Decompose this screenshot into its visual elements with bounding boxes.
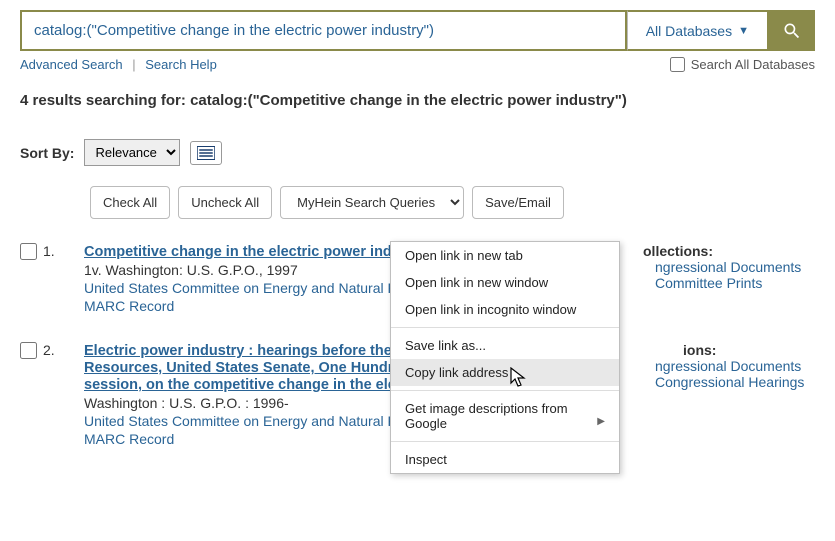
result-checkbox[interactable] xyxy=(20,243,37,260)
ctx-inspect[interactable]: Inspect xyxy=(391,446,619,473)
collection-link[interactable]: ngressional Documents xyxy=(605,358,815,374)
ctx-open-new-window[interactable]: Open link in new window xyxy=(391,269,619,296)
search-button[interactable] xyxy=(769,10,815,51)
ctx-image-descriptions[interactable]: Get image descriptions from Google▶ xyxy=(391,395,619,437)
collection-link[interactable]: ngressional Documents xyxy=(605,259,815,275)
collections-header: ollections: xyxy=(605,243,815,259)
search-input[interactable] xyxy=(20,10,627,51)
list-view-icon xyxy=(197,146,215,160)
results-count: 4 results searching for: catalog:("Compe… xyxy=(20,92,815,109)
result-checkbox[interactable] xyxy=(20,342,37,359)
sort-select[interactable]: Relevance xyxy=(84,139,180,166)
result-number: 1. xyxy=(43,243,55,259)
save-email-button[interactable]: Save/Email xyxy=(472,186,564,219)
database-dropdown-label: All Databases xyxy=(646,23,732,39)
search-bar: All Databases ▼ xyxy=(20,10,815,51)
ctx-save-link-as[interactable]: Save link as... xyxy=(391,332,619,359)
collections-col: ions: ngressional Documents Congressiona… xyxy=(605,342,815,447)
view-toggle-button[interactable] xyxy=(190,141,222,165)
collections-header: ions: xyxy=(605,342,815,358)
collections-col: ollections: ngressional Documents Commit… xyxy=(605,243,815,314)
result-org-link[interactable]: United States Committee on Energy and Na… xyxy=(84,280,398,296)
chevron-right-icon: ▶ xyxy=(597,416,605,427)
myhein-select[interactable]: MyHein Search Queries xyxy=(280,186,464,219)
ctx-open-new-tab[interactable]: Open link in new tab xyxy=(391,242,619,269)
marc-record-link[interactable]: MARC Record xyxy=(84,298,174,314)
sort-label: Sort By: xyxy=(20,145,74,161)
collection-link[interactable]: Congressional Hearings xyxy=(605,374,815,390)
ctx-copy-link-address[interactable]: Copy link address xyxy=(391,359,619,386)
result-number: 2. xyxy=(43,342,55,358)
bulk-actions: Check All Uncheck All MyHein Search Quer… xyxy=(90,186,815,219)
uncheck-all-button[interactable]: Uncheck All xyxy=(178,186,272,219)
cursor-icon xyxy=(510,367,528,389)
search-help-link[interactable]: Search Help xyxy=(145,57,217,72)
result-title-link[interactable]: Competitive change in the electric power… xyxy=(84,244,427,260)
chevron-down-icon: ▼ xyxy=(738,25,749,37)
database-dropdown[interactable]: All Databases ▼ xyxy=(627,10,769,51)
collection-link[interactable]: Committee Prints xyxy=(605,275,815,291)
marc-record-link[interactable]: MARC Record xyxy=(84,431,174,447)
sort-row: Sort By: Relevance xyxy=(20,139,815,166)
sub-links-row: Advanced Search | Search Help Search All… xyxy=(20,57,815,72)
result-org-link[interactable]: United States Committee on Energy and Na… xyxy=(84,413,398,429)
search-all-db-checkbox[interactable]: Search All Databases xyxy=(670,57,815,72)
check-all-button[interactable]: Check All xyxy=(90,186,170,219)
search-all-db-input[interactable] xyxy=(670,57,685,72)
ctx-open-incognito[interactable]: Open link in incognito window xyxy=(391,296,619,323)
search-all-db-label: Search All Databases xyxy=(691,57,815,72)
context-menu: Open link in new tab Open link in new wi… xyxy=(390,241,620,474)
advanced-search-link[interactable]: Advanced Search xyxy=(20,57,123,72)
result-title-link[interactable]: Electric power industry : hearings befor… xyxy=(84,343,432,393)
search-icon xyxy=(782,21,802,41)
